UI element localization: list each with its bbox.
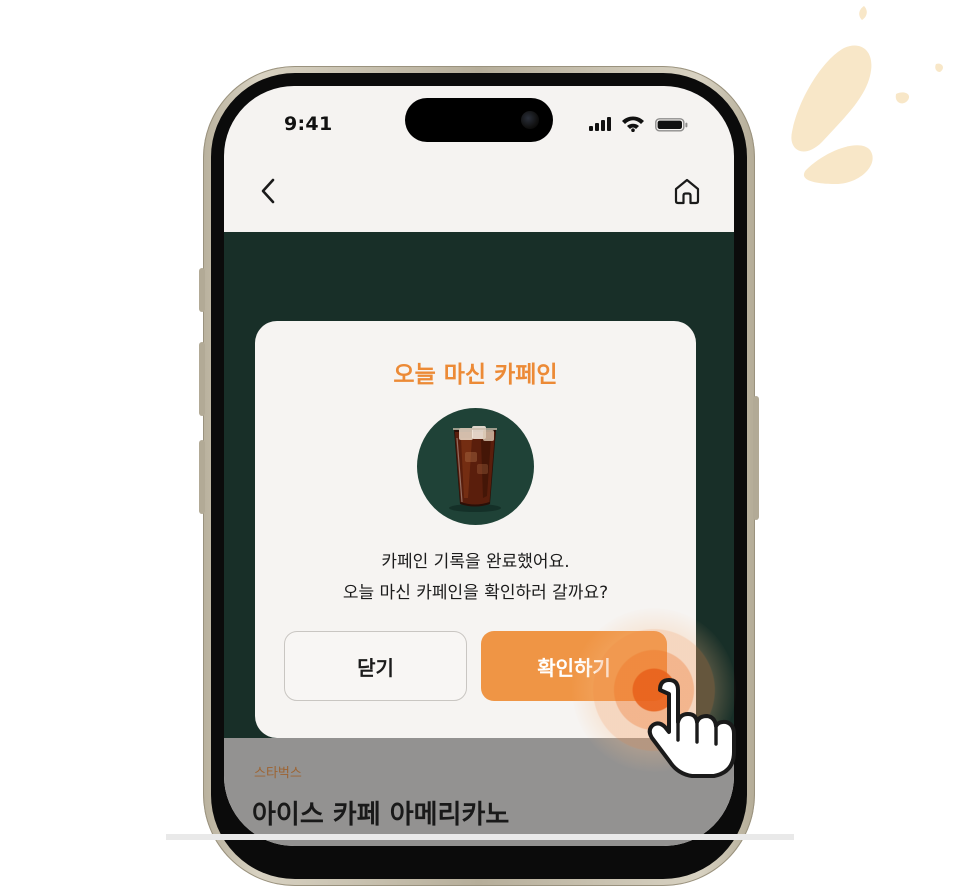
status-bar: 9:41: [224, 86, 734, 166]
iced-coffee-icon: [449, 426, 501, 512]
phone-power-button: [753, 396, 759, 520]
iced-americano-image: [417, 408, 534, 525]
dialog-message: 카페인 기록을 완료했어요. 오늘 마신 카페인을 확인하러 갈까요?: [255, 547, 696, 609]
phone-volume-down: [199, 440, 205, 514]
battery-icon: [655, 118, 688, 132]
signal-icon: [589, 117, 611, 131]
caffeine-dialog: 오늘 마신 카페인 카페인 기록을 완료했어요. 오늘 마신 카페인을 확인하러…: [255, 321, 696, 738]
front-camera: [521, 111, 539, 129]
close-button[interactable]: 닫기: [284, 631, 467, 701]
status-time: 9:41: [284, 113, 333, 135]
decorative-splash: [791, 6, 943, 184]
pointing-hand-icon: [647, 678, 736, 778]
dialog-message-line2: 오늘 마신 카페인을 확인하러 갈까요?: [342, 583, 609, 603]
status-icons: [589, 116, 688, 132]
home-icon[interactable]: [672, 176, 702, 206]
chevron-left-icon[interactable]: [254, 176, 284, 206]
dialog-message-line1: 카페인 기록을 완료했어요.: [381, 552, 570, 572]
nav-bar: [224, 166, 734, 232]
phone-silent-switch: [199, 268, 205, 312]
phone-volume-up: [199, 342, 205, 416]
dialog-title: 오늘 마신 카페인: [393, 362, 558, 388]
wifi-icon: [622, 116, 644, 132]
bottom-shadow-strip: [166, 834, 794, 840]
dynamic-island: [405, 98, 553, 142]
